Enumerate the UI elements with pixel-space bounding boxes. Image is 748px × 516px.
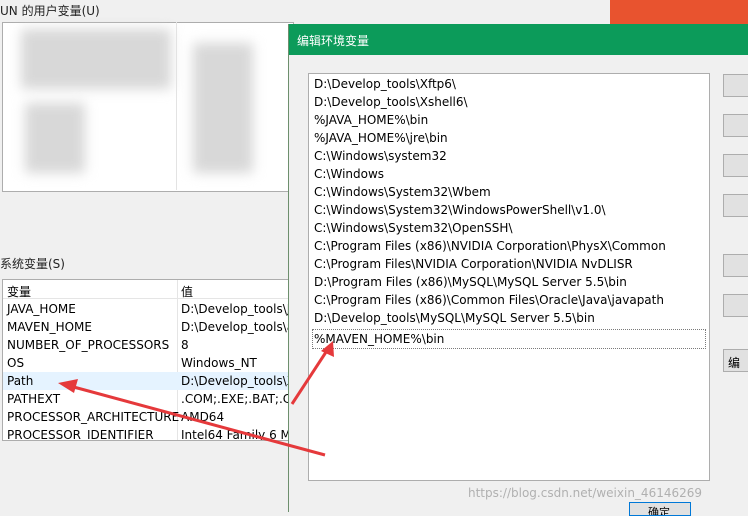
path-text: D:\Program Files (x86)\MySQL\MySQL Serve… [314, 275, 627, 289]
new-button[interactable] [723, 74, 748, 97]
path-item[interactable]: C:\Windows [313, 165, 705, 183]
browse-button[interactable] [723, 154, 748, 177]
table-row[interactable]: JAVA_HOME D:\Develop_tools\Ja [3, 300, 293, 318]
move-down-button[interactable] [723, 294, 748, 317]
path-item[interactable]: %JAVA_HOME%\bin [313, 111, 705, 129]
path-item[interactable]: C:\Windows\System32\WindowsPowerShell\v1… [313, 201, 705, 219]
dialog-title-bar[interactable]: 编辑环境变量 [289, 24, 748, 55]
button-label: 编 [728, 356, 741, 370]
var-name: PATHEXT [7, 392, 61, 406]
dialog-title: 编辑环境变量 [297, 34, 370, 48]
path-text: D:\Develop_tools\Xftp6\ [314, 77, 456, 91]
var-name: OS [7, 356, 25, 370]
header-value: 值 [181, 285, 194, 299]
path-text: %JAVA_HOME%\bin [314, 113, 429, 127]
button-label: 确定 [648, 506, 670, 516]
path-text: C:\Program Files (x86)\NVIDIA Corporatio… [314, 239, 666, 253]
table-row[interactable]: MAVEN_HOME D:\Develop_tools\a [3, 318, 293, 336]
header-variable: 变量 [7, 285, 32, 299]
table-row[interactable]: PROCESSOR_IDENTIFIER Intel64 Family 6 Mo [3, 426, 294, 441]
var-value: D:\Develop_tools\a [181, 320, 294, 334]
path-item-selected[interactable]: %MAVEN_HOME%\bin [312, 329, 706, 349]
column-divider [176, 22, 177, 190]
path-item[interactable]: %JAVA_HOME%\jre\bin [313, 129, 705, 147]
path-text: D:\Develop_tools\MySQL\MySQL Server 5.5\… [314, 311, 595, 325]
path-item[interactable]: C:\Program Files (x86)\NVIDIA Corporatio… [313, 237, 705, 255]
var-value: 8 [181, 338, 189, 352]
table-row[interactable]: PROCESSOR_ARCHITECTURE AMD64 [3, 408, 293, 426]
path-text: C:\Windows\System32\OpenSSH\ [314, 221, 513, 235]
path-text: C:\Windows\System32\Wbem [314, 185, 491, 199]
path-text: C:\Program Files\NVIDIA Corporation\NVID… [314, 257, 633, 271]
path-item[interactable]: D:\Develop_tools\MySQL\MySQL Server 5.5\… [313, 309, 705, 327]
var-value: Intel64 Family 6 Mo [181, 428, 294, 441]
path-item[interactable]: D:\Program Files (x86)\MySQL\MySQL Serve… [313, 273, 705, 291]
system-vars-table[interactable]: 变量 值 JAVA_HOME D:\Develop_tools\Ja MAVEN… [2, 279, 294, 441]
var-name: MAVEN_HOME [7, 320, 92, 334]
var-name: JAVA_HOME [7, 302, 76, 316]
var-value: .COM;.EXE;.BAT;.CM [181, 392, 294, 406]
path-list[interactable]: D:\Develop_tools\Xftp6\ D:\Develop_tools… [308, 73, 710, 481]
table-row[interactable]: PATHEXT .COM;.EXE;.BAT;.CM [3, 390, 293, 408]
desktop-wallpaper [610, 0, 748, 26]
table-row-selected[interactable]: Path D:\Develop_tools\X [3, 372, 293, 390]
var-value: D:\Develop_tools\X [181, 374, 294, 388]
path-item[interactable]: D:\Develop_tools\Xshell6\ [313, 93, 705, 111]
path-text: C:\Windows\system32 [314, 149, 447, 163]
path-item[interactable]: C:\Program Files (x86)\Common Files\Orac… [313, 291, 705, 309]
var-value: D:\Develop_tools\Ja [181, 302, 294, 316]
path-text: %MAVEN_HOME%\bin [314, 332, 445, 346]
var-name: PROCESSOR_ARCHITECTURE [7, 410, 180, 424]
var-name: NUMBER_OF_PROCESSORS [7, 338, 170, 352]
table-row[interactable]: NUMBER_OF_PROCESSORS 8 [3, 336, 293, 354]
path-text: C:\Windows [314, 167, 385, 181]
table-header: 变量 值 [3, 280, 293, 299]
path-text: D:\Develop_tools\Xshell6\ [314, 95, 468, 109]
var-value: AMD64 [181, 410, 225, 424]
path-text: %JAVA_HOME%\jre\bin [314, 131, 448, 145]
var-value: Windows_NT [181, 356, 257, 370]
edit-env-var-dialog: 编辑环境变量 D:\Develop_tools\Xftp6\ D:\Develo… [288, 24, 748, 516]
path-item[interactable]: C:\Windows\System32\Wbem [313, 183, 705, 201]
move-up-button[interactable] [723, 254, 748, 277]
path-text: C:\Windows\System32\WindowsPowerShell\v1… [314, 203, 606, 217]
path-item[interactable]: C:\Program Files\NVIDIA Corporation\NVID… [313, 255, 705, 273]
path-item[interactable]: D:\Develop_tools\Xftp6\ [313, 75, 705, 93]
var-name: Path [7, 374, 34, 388]
user-vars-list[interactable] [2, 22, 294, 192]
path-item[interactable]: C:\Windows\System32\OpenSSH\ [313, 219, 705, 237]
edit-text-button[interactable]: 编 [723, 349, 748, 372]
var-name: PROCESSOR_IDENTIFIER [7, 428, 154, 441]
path-item[interactable]: C:\Windows\system32 [313, 147, 705, 165]
edit-button[interactable] [723, 114, 748, 137]
user-vars-label: UN 的用户变量(U) [0, 4, 100, 18]
path-text: C:\Program Files (x86)\Common Files\Orac… [314, 293, 664, 307]
system-vars-label: 系统变量(S) [0, 257, 65, 271]
watermark: https://blog.csdn.net/weixin_46146269 [468, 486, 703, 500]
delete-button[interactable] [723, 194, 748, 217]
table-row[interactable]: OS Windows_NT [3, 354, 293, 372]
ok-button[interactable]: 确定 [629, 502, 691, 516]
